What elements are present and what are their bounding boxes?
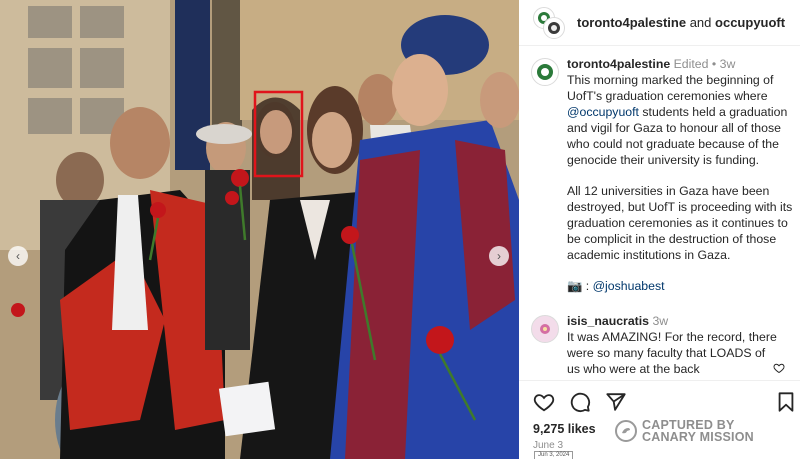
heart-icon [773, 363, 785, 374]
comment-button[interactable] [569, 391, 591, 413]
comment-icon [570, 392, 591, 413]
caption-paragraph-2: All 12 universities in Gaza have been de… [567, 184, 793, 262]
canary-logo-icon [615, 420, 637, 442]
capture-date-stamp: Jun 3, 2024 [534, 451, 574, 459]
comment-item: isis_naucratis 3w It was AMAZING! For th… [531, 313, 795, 377]
avatar[interactable] [543, 16, 565, 39]
avatar[interactable] [531, 58, 559, 86]
watermark-text: CAPTURED BY CANARY MISSION [642, 419, 754, 444]
next-image-button[interactable]: › [489, 246, 509, 266]
comment-like-button[interactable] [773, 362, 785, 377]
header-joiner: and [689, 15, 712, 30]
bird-icon [622, 428, 630, 434]
credit-handle-link[interactable]: @joshuabest [593, 279, 665, 293]
separator-dot: • [711, 57, 717, 71]
share-button[interactable] [605, 391, 627, 413]
caption-paragraph-1: This morning marked the beginning of Uof… [567, 72, 795, 168]
share-icon [606, 393, 626, 411]
canary-mission-watermark: CAPTURED BY CANARY MISSION [615, 419, 754, 443]
likes-count[interactable]: 9,275 likes [533, 422, 596, 436]
flag-avatar-icon [537, 64, 553, 80]
heart-icon [533, 394, 555, 412]
bookmark-icon [778, 392, 794, 412]
post-caption: toronto4palestine Edited • 3w This morni… [531, 56, 795, 294]
post-date[interactable]: June 3 [533, 440, 563, 451]
caption-username[interactable]: toronto4palestine [567, 57, 670, 71]
occupy-avatar-icon [548, 21, 560, 34]
comment-text: It was AMAZING! For the record, there we… [567, 330, 777, 376]
action-icons [533, 391, 627, 413]
ceremony-photo [0, 0, 519, 459]
post-side-panel: toronto4palestine and occupyuoft toronto… [519, 0, 800, 459]
like-button[interactable] [533, 391, 555, 413]
caption-body: toronto4palestine Edited • 3w This morni… [567, 56, 795, 294]
previous-image-button[interactable]: ‹ [8, 246, 28, 266]
mention-link[interactable]: @occupyuoft [567, 105, 639, 119]
caption-age: 3w [719, 57, 736, 71]
avatar[interactable] [531, 315, 559, 343]
collaborator-username[interactable]: occupyuoft [715, 15, 785, 30]
post-header-text: toronto4palestine and occupyuoft [577, 15, 785, 30]
save-button[interactable] [775, 391, 797, 413]
post-photo: ‹ › [0, 0, 519, 459]
comment-username[interactable]: isis_naucratis [567, 314, 649, 328]
author-username[interactable]: toronto4palestine [577, 15, 686, 30]
edited-label: Edited [673, 57, 709, 71]
comment-age: 3w [652, 314, 669, 328]
post-header: toronto4palestine and occupyuoft [519, 0, 800, 46]
watermark-line-2: CANARY MISSION [642, 430, 754, 444]
collab-avatars[interactable] [533, 6, 565, 39]
caption-text: This morning marked the beginning of Uof… [567, 73, 774, 103]
comment-body: isis_naucratis 3w It was AMAZING! For th… [567, 313, 781, 377]
camera-icon: 📷 : [567, 279, 590, 293]
flower-avatar-icon [540, 324, 550, 334]
photo-credit: 📷 : @joshuabest [567, 278, 795, 294]
